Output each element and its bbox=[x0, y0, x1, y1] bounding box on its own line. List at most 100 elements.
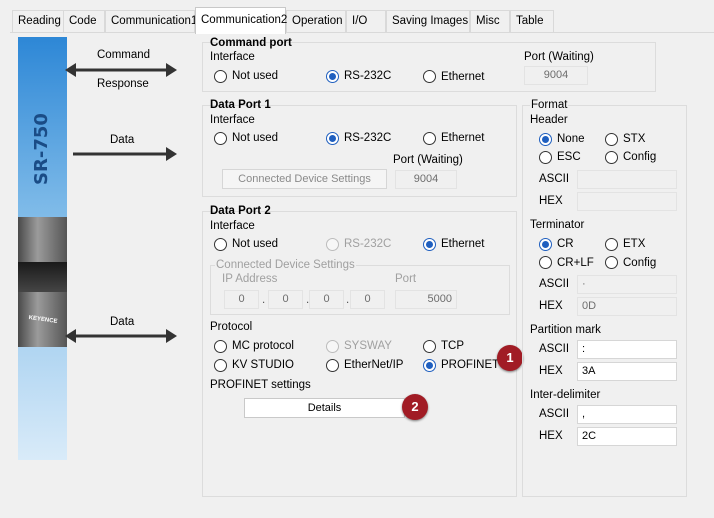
response-label: Response bbox=[97, 78, 149, 90]
terminator-ascii-label: ASCII bbox=[539, 278, 570, 290]
terminator-radio-crlf[interactable] bbox=[539, 256, 552, 269]
header-option-none: None bbox=[557, 133, 585, 145]
command-interface-label: Interface bbox=[210, 51, 255, 63]
inter-ascii-label: ASCII bbox=[539, 408, 570, 420]
ip-octet-4[interactable]: 0 bbox=[350, 290, 385, 309]
partition-hex-label: HEX bbox=[539, 365, 563, 377]
header-radio-esc[interactable] bbox=[539, 151, 552, 164]
header-ascii-field[interactable] bbox=[577, 170, 677, 189]
terminator-option-crlf: CR+LF bbox=[557, 257, 594, 269]
data2-arrow-left-head bbox=[65, 329, 76, 343]
protocol-radio-kv-studio[interactable] bbox=[214, 359, 227, 372]
tab-communication1[interactable]: Communication1 bbox=[105, 10, 197, 33]
terminator-option-etx: ETX bbox=[623, 238, 646, 250]
ip-octet-3[interactable]: 0 bbox=[309, 290, 344, 309]
terminator-option-cr: CR bbox=[557, 238, 574, 250]
tab-io[interactable]: I/O bbox=[346, 10, 386, 33]
data-port2-port-field[interactable]: 5000 bbox=[395, 290, 457, 309]
data-port1-interface-label: Interface bbox=[210, 114, 255, 126]
protocol-radio-mc[interactable] bbox=[214, 340, 227, 353]
header-option-esc: ESC bbox=[557, 151, 581, 163]
terminator-radio-cr[interactable] bbox=[539, 238, 552, 251]
command-radio-not-used[interactable] bbox=[214, 70, 227, 83]
ip-address-label: IP Address bbox=[222, 273, 278, 285]
terminator-option-config: Config bbox=[623, 257, 657, 269]
signal-arrows bbox=[65, 63, 177, 343]
data-port1-radio-ethernet[interactable] bbox=[423, 132, 436, 145]
header-radio-none[interactable] bbox=[539, 133, 552, 146]
partition-mark-label: Partition mark bbox=[530, 324, 601, 336]
partition-ascii-field[interactable]: : bbox=[577, 340, 677, 359]
protocol-option-ethernet-ip: EtherNet/IP bbox=[344, 359, 404, 371]
data-port2-radio-rs232c bbox=[326, 238, 339, 251]
command-port-label: Port (Waiting) bbox=[524, 51, 594, 63]
header-hex-field[interactable] bbox=[577, 192, 677, 211]
protocol-option-tcp: TCP bbox=[441, 340, 464, 352]
inter-ascii-field[interactable]: , bbox=[577, 405, 677, 424]
terminator-hex-field[interactable]: 0D bbox=[577, 297, 677, 316]
data-port2-radio-ethernet[interactable] bbox=[423, 238, 436, 251]
data-port1-connected-settings-button[interactable]: Connected Device Settings bbox=[222, 169, 387, 189]
header-option-config: Config bbox=[623, 151, 657, 163]
header-radio-config[interactable] bbox=[605, 151, 618, 164]
data-port1-option-rs232c: RS-232C bbox=[344, 132, 392, 144]
data-port2-port-label: Port bbox=[395, 273, 417, 285]
tab-misc[interactable]: Misc bbox=[470, 10, 510, 33]
tab-table[interactable]: Table bbox=[510, 10, 554, 33]
callout-marker-1: 1 bbox=[497, 345, 523, 371]
data-port1-title: Data Port 1 bbox=[210, 99, 271, 111]
protocol-radio-tcp[interactable] bbox=[423, 340, 436, 353]
callout-marker-2: 2 bbox=[402, 394, 428, 420]
protocol-radio-profinet[interactable] bbox=[423, 359, 436, 372]
format-title: Format bbox=[530, 99, 569, 111]
tab-saving-images[interactable]: Saving Images bbox=[386, 10, 470, 33]
command-label: Command bbox=[97, 49, 151, 61]
terminator-hex-label: HEX bbox=[539, 300, 563, 312]
data2-arrow-right-head bbox=[166, 329, 177, 343]
ip-separator-1: . bbox=[262, 294, 266, 306]
data-port2-option-ethernet: Ethernet bbox=[441, 238, 485, 250]
data-port2-title: Data Port 2 bbox=[210, 205, 271, 217]
tab-communication2[interactable]: Communication2 bbox=[195, 7, 287, 34]
data1-arrow-head bbox=[166, 147, 177, 161]
header-ascii-label: ASCII bbox=[539, 173, 570, 185]
data-port1-port-field[interactable]: 9004 bbox=[395, 170, 457, 189]
command-port-field[interactable]: 9004 bbox=[524, 66, 588, 85]
inter-hex-field[interactable]: 2C bbox=[577, 427, 677, 446]
terminator-radio-config[interactable] bbox=[605, 256, 618, 269]
terminator-radio-etx[interactable] bbox=[605, 238, 618, 251]
command-radio-ethernet[interactable] bbox=[423, 70, 436, 83]
tab-code[interactable]: Code bbox=[63, 10, 105, 33]
data-port2-option-not-used: Not used bbox=[232, 238, 279, 250]
tab-operation[interactable]: Operation bbox=[286, 10, 346, 33]
data-port1-radio-not-used[interactable] bbox=[214, 132, 227, 145]
reader-device-image: SR-750 KEYENCE bbox=[18, 37, 67, 460]
protocol-option-profinet: PROFINET bbox=[441, 359, 500, 371]
terminator-ascii-field[interactable]: · bbox=[577, 275, 677, 294]
inter-hex-label: HEX bbox=[539, 430, 563, 442]
tab-bar: Reading Code Communication1 Communicatio… bbox=[0, 0, 714, 34]
terminator-label: Terminator bbox=[530, 219, 585, 231]
ip-separator-3: . bbox=[346, 294, 350, 306]
header-radio-stx[interactable] bbox=[605, 133, 618, 146]
data-port2-radio-not-used[interactable] bbox=[214, 238, 227, 251]
partition-ascii-label: ASCII bbox=[539, 343, 570, 355]
data-port1-port-label: Port (Waiting) bbox=[393, 154, 463, 166]
profinet-details-button[interactable]: Details bbox=[244, 398, 405, 418]
protocol-option-mc: MC protocol bbox=[232, 340, 294, 352]
command-option-ethernet: Ethernet bbox=[441, 71, 485, 83]
protocol-radio-ethernet-ip[interactable] bbox=[326, 359, 339, 372]
tab-reading[interactable]: Reading bbox=[12, 10, 64, 33]
data-port1-radio-rs232c[interactable] bbox=[326, 132, 339, 145]
ip-octet-1[interactable]: 0 bbox=[224, 290, 259, 309]
device-model-label: SR-750 bbox=[31, 113, 52, 185]
data1-label: Data bbox=[110, 134, 135, 146]
command-radio-rs232c[interactable] bbox=[326, 70, 339, 83]
protocol-option-kv-studio: KV STUDIO bbox=[232, 359, 294, 371]
ip-octet-2[interactable]: 0 bbox=[268, 290, 303, 309]
data2-label: Data bbox=[110, 316, 135, 328]
data-port1-option-not-used: Not used bbox=[232, 132, 279, 144]
partition-hex-field[interactable]: 3A bbox=[577, 362, 677, 381]
data-port2-group bbox=[202, 211, 517, 497]
settings-panel: SR-750 KEYENCE Command Response Data Dat… bbox=[11, 33, 714, 518]
